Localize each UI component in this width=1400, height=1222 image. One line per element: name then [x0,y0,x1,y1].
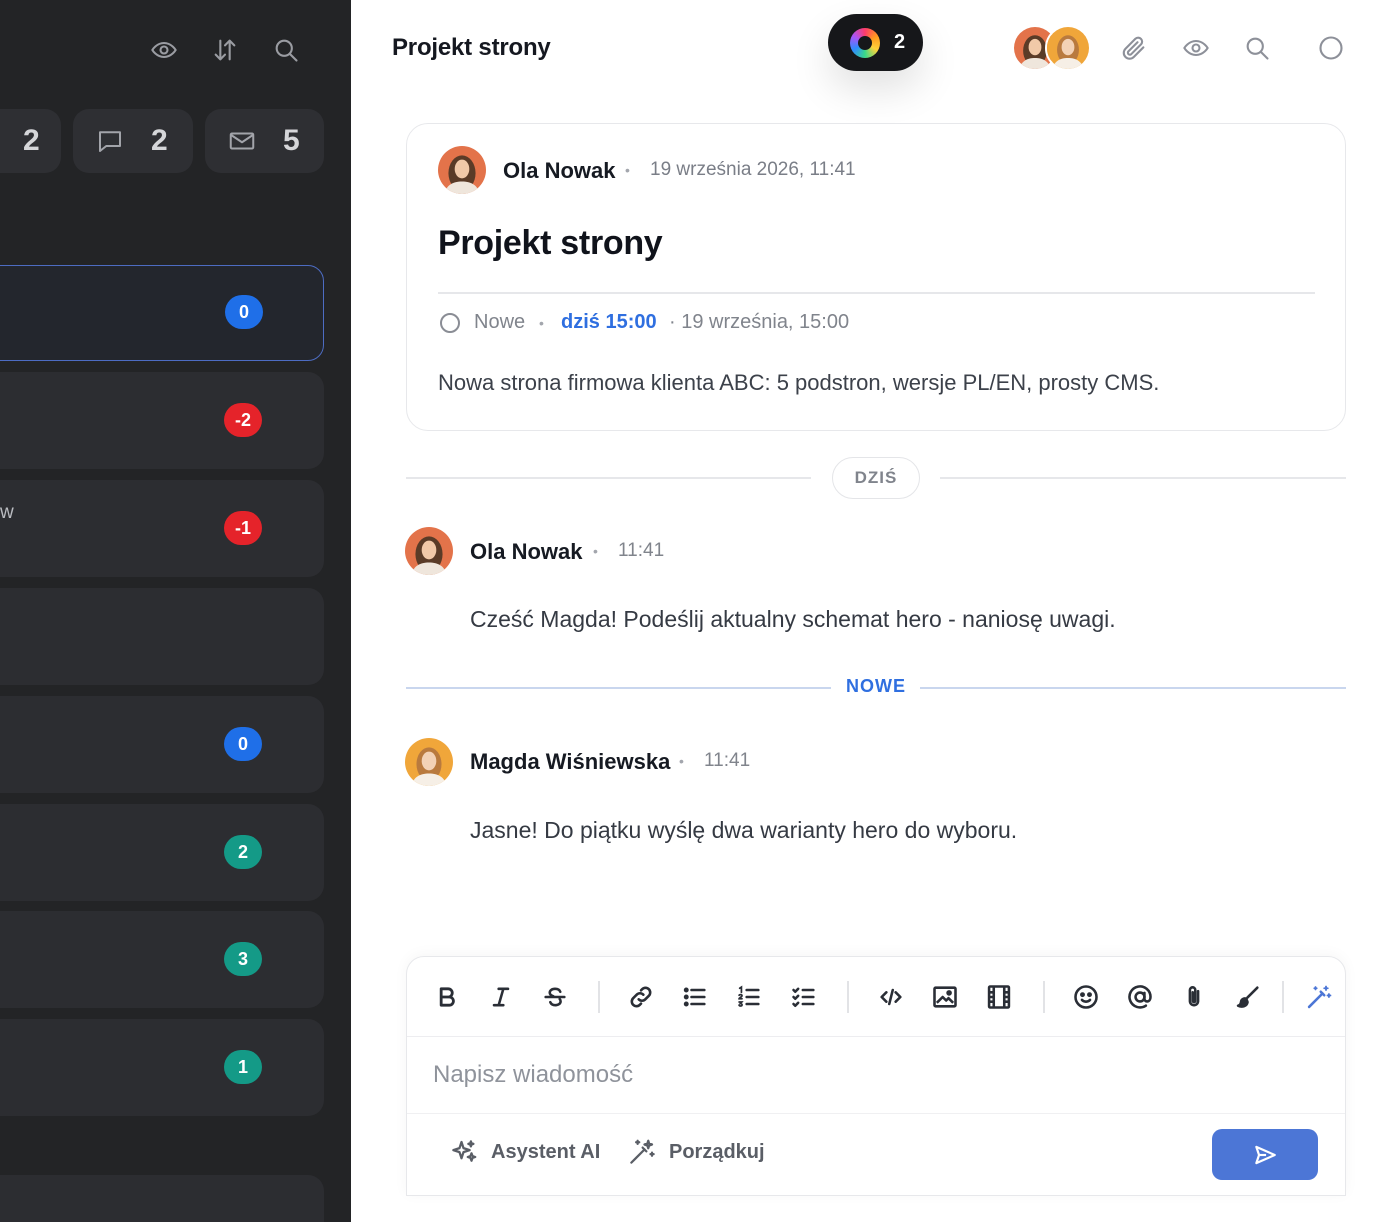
presence-pill[interactable]: 2 [828,14,923,71]
search-icon[interactable] [266,30,306,70]
task-due[interactable]: dziś 15:00 [561,311,657,334]
sparkles-icon [452,1140,477,1162]
eye-icon[interactable] [144,30,184,70]
task-description: Nowa strona firmowa klienta ABC: 5 podst… [438,370,1160,395]
toolbar-separator [1043,981,1045,1013]
task-card-badge: 0 [224,727,262,761]
new-divider-line [920,687,1346,689]
task-card-badge: 1 [224,1050,262,1084]
message-text: Cześć Magda! Podeślij aktualny schemat h… [470,606,1116,632]
task-card-7[interactable]: 3 [0,911,324,1008]
task-card-9[interactable] [0,1175,324,1222]
stat-mail-count: 5 [283,124,300,157]
ai-assistant-button[interactable]: Asystent AI [449,1137,600,1167]
separator-dot: • [625,162,630,178]
task-card-8[interactable]: 1 [0,1019,324,1116]
numbered-list-icon[interactable] [729,977,769,1017]
ai-assistant-label: Asystent AI [491,1140,601,1163]
eye-icon[interactable] [1176,28,1216,68]
toolbar-separator [598,981,600,1013]
send-icon [1255,1145,1276,1164]
page-title: Projekt strony [392,34,551,61]
attachment-icon[interactable] [1114,28,1154,68]
avatar-magda[interactable] [1045,25,1091,71]
message-composer: Napisz wiadomość Asystent AI Porządkuj [406,956,1346,1196]
checklist-icon[interactable] [784,977,824,1017]
task-card-badge: 3 [224,942,262,976]
status-circle-icon[interactable] [440,313,460,333]
bullet-list-icon[interactable] [675,977,715,1017]
message-author[interactable]: Magda Wiśniewska [470,749,670,775]
stat-tasks-count: 2 [23,124,40,157]
task-card-3[interactable]: w -1 [0,480,324,577]
message-time: 11:41 [618,540,665,561]
task-title: Projekt strony [438,224,663,262]
separator-dot: • [679,753,684,769]
send-button[interactable] [1212,1129,1318,1180]
task-card-badge: 2 [224,835,262,869]
sidebar-panel: 2 2 5 0 -2 w -1 0 2 3 1 [0,0,351,1222]
mail-icon [227,126,257,156]
divider [438,292,1315,294]
stat-tasks[interactable]: 2 [0,109,61,173]
status-circle-icon[interactable] [1311,28,1351,68]
image-icon[interactable] [925,977,965,1017]
stat-comments-count: 2 [151,124,168,157]
link-icon[interactable] [621,977,661,1017]
sort-icon[interactable] [205,30,245,70]
video-icon[interactable] [979,977,1019,1017]
task-card-2[interactable]: -2 [0,372,324,469]
strikethrough-icon[interactable] [535,977,575,1017]
task-card-badge: 0 [225,295,263,329]
new-messages-label: NOWE [846,676,906,696]
toolbar-separator [847,981,849,1013]
sidebar-toolbar [0,30,351,70]
message-time: 11:41 [704,750,751,771]
tidy-label: Porządkuj [669,1140,765,1163]
task-created-date: 19 września 2026, 11:41 [650,159,856,180]
attachment-icon[interactable] [1174,977,1214,1017]
task-card-text: w [0,502,14,523]
message-input[interactable]: Napisz wiadomość [433,1061,633,1089]
task-card-badge: -1 [224,511,262,545]
brush-icon[interactable] [1228,977,1268,1017]
task-card-badge: -2 [224,403,262,437]
task-card-1[interactable]: 0 [0,265,324,361]
separator-dot: • [539,315,544,331]
italic-icon[interactable] [481,977,521,1017]
avatar-ola [438,146,486,194]
task-card-6[interactable]: 2 [0,804,324,901]
task-author: Ola Nowak [503,158,616,183]
message-avatar-ola[interactable] [405,527,453,575]
presence-ring-icon [850,27,880,58]
formatting-toolbar [407,957,1345,1037]
message-author[interactable]: Ola Nowak [470,539,582,565]
magic-wand-icon[interactable] [1299,977,1339,1017]
divider-line [940,477,1346,479]
mention-icon[interactable] [1120,977,1160,1017]
date-divider-chip: DZIŚ [832,457,920,499]
stat-mail[interactable]: 5 [205,109,324,173]
task-due-full: · 19 września, 15:00 [669,311,850,333]
magic-wand-icon [630,1139,655,1164]
bold-icon[interactable] [427,977,467,1017]
stat-comments[interactable]: 2 [73,109,193,173]
presence-count: 2 [894,31,906,53]
divider-line [406,477,811,479]
emoji-icon[interactable] [1066,977,1106,1017]
separator-dot: • [593,543,598,559]
divider [407,1113,1345,1114]
search-icon[interactable] [1237,28,1277,68]
task-card-5[interactable]: 0 [0,696,324,793]
message-avatar-magda[interactable] [405,738,453,786]
tidy-button[interactable]: Porządkuj [627,1137,765,1167]
task-card-4[interactable] [0,588,324,685]
task-status[interactable]: Nowe [474,311,525,334]
chat-icon [95,126,125,156]
toolbar-separator [1282,981,1284,1013]
task-details-card: Ola Nowak • 19 września 2026, 11:41 Proj… [406,123,1346,431]
message-text: Jasne! Do piątku wyślę dwa warianty hero… [470,817,1018,843]
code-icon[interactable] [871,977,911,1017]
new-divider-line [406,687,831,689]
